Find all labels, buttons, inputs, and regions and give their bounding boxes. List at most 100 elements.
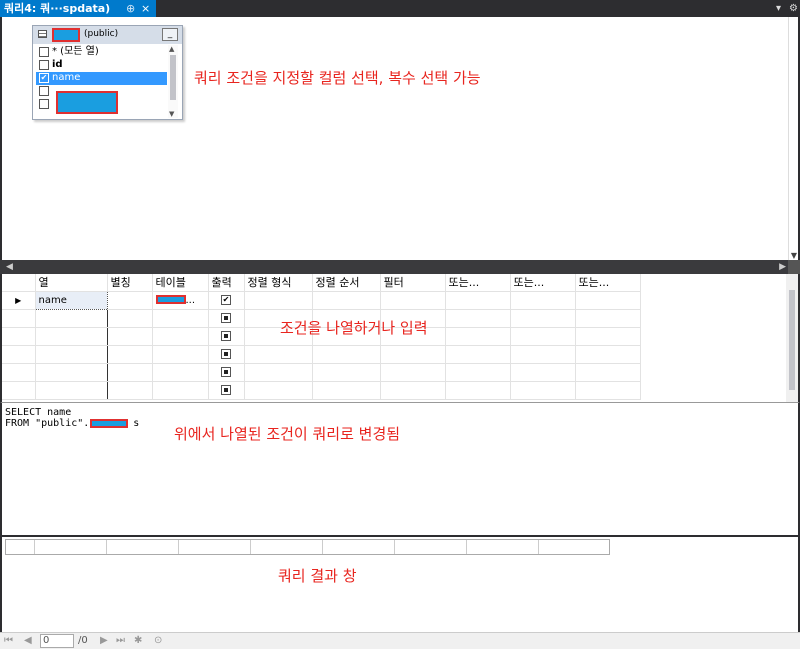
- scroll-left-icon[interactable]: ◀: [6, 260, 13, 274]
- previous-record-icon[interactable]: ◀: [24, 634, 32, 648]
- or-cell[interactable]: [445, 309, 511, 328]
- column-item-id[interactable]: id: [36, 59, 167, 72]
- or-cell[interactable]: [510, 309, 576, 328]
- sort-order-cell[interactable]: [312, 345, 381, 364]
- stop-icon[interactable]: ⊙: [154, 634, 162, 648]
- output-cell[interactable]: ✔: [208, 291, 245, 310]
- alias-cell[interactable]: [107, 309, 153, 328]
- column-cell[interactable]: [35, 381, 108, 400]
- header-column[interactable]: 열: [35, 274, 108, 292]
- column-cell[interactable]: [35, 363, 108, 382]
- scrollbar-thumb[interactable]: [170, 55, 176, 100]
- or-cell[interactable]: [575, 363, 641, 382]
- header-table[interactable]: 테이블: [152, 274, 209, 292]
- query-tab[interactable]: 쿼리4: 쿼···spdata) ⊕ ×: [0, 0, 156, 17]
- column-list[interactable]: * (모든 열) id ✔ name: [36, 46, 167, 119]
- table-cell[interactable]: [152, 327, 209, 346]
- sort-order-cell[interactable]: [312, 291, 381, 310]
- scrollbar-thumb[interactable]: [789, 290, 795, 390]
- output-cell[interactable]: [208, 345, 245, 364]
- column-checkbox[interactable]: [39, 60, 49, 70]
- output-cell[interactable]: [208, 363, 245, 382]
- row-header[interactable]: [2, 327, 36, 346]
- filter-cell[interactable]: [380, 291, 446, 310]
- header-sort-type[interactable]: 정렬 형식: [244, 274, 313, 292]
- pin-icon[interactable]: ⊕: [126, 0, 135, 17]
- diagram-pane[interactable]: (public) _ * (모든 열) id ✔ name ▲ ▼ 쿼리 조건을…: [0, 17, 800, 260]
- sort-type-cell[interactable]: [244, 345, 313, 364]
- header-or-2[interactable]: 또는...: [510, 274, 576, 292]
- or-cell[interactable]: [575, 345, 641, 364]
- header-output[interactable]: 출력: [208, 274, 245, 292]
- table-cell[interactable]: [152, 381, 209, 400]
- grid-row[interactable]: [2, 345, 641, 364]
- output-cell[interactable]: [208, 309, 245, 328]
- table-cell[interactable]: ...: [152, 291, 209, 310]
- minimize-button[interactable]: _: [162, 28, 178, 41]
- output-checkbox-indeterminate[interactable]: [221, 366, 231, 377]
- output-checkbox-indeterminate[interactable]: [221, 312, 231, 323]
- sort-type-cell[interactable]: [244, 291, 313, 310]
- or-cell[interactable]: [575, 291, 641, 310]
- sort-type-cell[interactable]: [244, 363, 313, 382]
- next-record-icon[interactable]: ▶: [100, 634, 108, 648]
- or-cell[interactable]: [575, 381, 641, 400]
- column-checkbox[interactable]: [39, 86, 49, 96]
- record-number-input[interactable]: 0: [40, 634, 74, 648]
- alias-cell[interactable]: [107, 363, 153, 382]
- current-row-indicator[interactable]: ▶: [2, 291, 36, 310]
- sql-line-1[interactable]: SELECT name: [5, 407, 71, 418]
- row-header[interactable]: [2, 381, 36, 400]
- column-item-name[interactable]: ✔ name: [36, 72, 167, 85]
- column-checkbox[interactable]: [39, 99, 49, 109]
- table-cell[interactable]: [152, 345, 209, 364]
- output-checkbox-indeterminate[interactable]: [221, 330, 231, 341]
- column-cell[interactable]: name: [34, 290, 108, 310]
- or-cell[interactable]: [510, 327, 576, 346]
- or-cell[interactable]: [445, 345, 511, 364]
- column-list-scrollbar[interactable]: ▲ ▼: [168, 45, 178, 118]
- criteria-grid-pane[interactable]: 열 별칭 테이블 출력 정렬 형식 정렬 순서 필터 또는... 또는... 또…: [0, 274, 800, 402]
- column-checkbox-checked[interactable]: ✔: [39, 73, 49, 83]
- scroll-up-icon[interactable]: ▲: [169, 45, 174, 53]
- output-checkbox-indeterminate[interactable]: [221, 384, 231, 395]
- or-cell[interactable]: [445, 363, 511, 382]
- header-or-3[interactable]: 또는...: [575, 274, 641, 292]
- or-cell[interactable]: [510, 381, 576, 400]
- output-checkbox-indeterminate[interactable]: [221, 348, 231, 359]
- or-cell[interactable]: [575, 327, 641, 346]
- row-header[interactable]: [2, 363, 36, 382]
- grid-row[interactable]: ▶ name ... ✔: [2, 290, 641, 310]
- diagram-vertical-scrollbar[interactable]: ▼: [788, 17, 798, 260]
- grid-row[interactable]: [2, 381, 641, 400]
- column-item-all[interactable]: * (모든 열): [36, 46, 167, 59]
- sql-pane[interactable]: SELECT name FROM "public". s 위에서 나열된 조건이 …: [0, 402, 800, 535]
- header-sort-order[interactable]: 정렬 순서: [312, 274, 381, 292]
- close-icon[interactable]: ×: [141, 0, 150, 17]
- alias-cell[interactable]: [107, 345, 153, 364]
- grid-row[interactable]: [2, 363, 641, 382]
- sort-order-cell[interactable]: [312, 363, 381, 382]
- filter-cell[interactable]: [380, 345, 446, 364]
- or-cell[interactable]: [510, 363, 576, 382]
- results-pane[interactable]: 쿼리 결과 창: [0, 535, 800, 632]
- table-cell[interactable]: [152, 309, 209, 328]
- table-cell[interactable]: [152, 363, 209, 382]
- output-cell[interactable]: [208, 327, 245, 346]
- or-cell[interactable]: [510, 345, 576, 364]
- gear-icon[interactable]: ⚙: [789, 0, 798, 17]
- or-cell[interactable]: [445, 327, 511, 346]
- diagram-horizontal-scrollbar[interactable]: ◀ ▶: [0, 260, 800, 274]
- or-cell[interactable]: [445, 381, 511, 400]
- last-record-icon[interactable]: ⏭: [116, 634, 125, 648]
- column-cell[interactable]: [35, 327, 108, 346]
- or-cell[interactable]: [510, 291, 576, 310]
- alias-cell[interactable]: [107, 291, 153, 310]
- sort-order-cell[interactable]: [312, 381, 381, 400]
- table-box-title[interactable]: (public) _: [33, 26, 182, 44]
- scroll-down-icon[interactable]: ▼: [169, 110, 174, 118]
- or-cell[interactable]: [445, 291, 511, 310]
- sort-type-cell[interactable]: [244, 381, 313, 400]
- first-record-icon[interactable]: ⏮: [4, 634, 13, 648]
- new-record-icon[interactable]: ✱: [134, 634, 142, 648]
